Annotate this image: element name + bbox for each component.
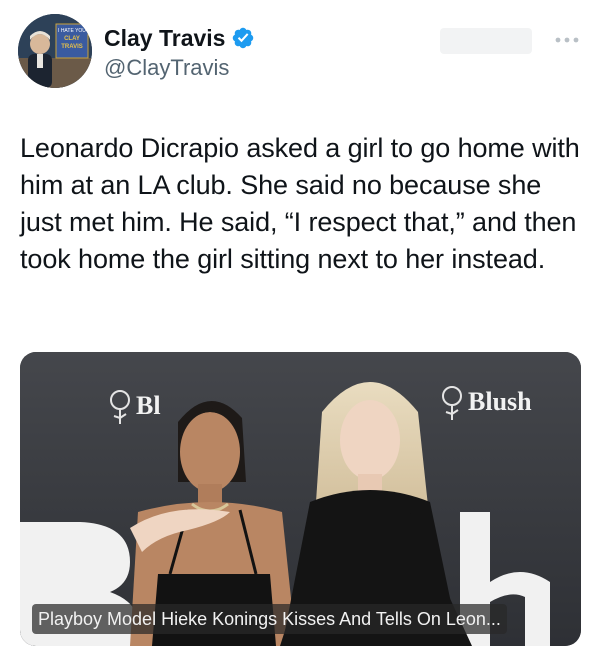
name-row: Clay Travis	[104, 24, 255, 52]
media-card[interactable]: Bl Blush Playboy Model Hieke Konings Kis…	[20, 352, 581, 646]
avatar-sign-line-2: CLAY	[64, 36, 80, 42]
more-horizontal-icon	[555, 37, 579, 43]
backdrop-logo-left-text: Bl	[136, 391, 161, 420]
media-image: Bl Blush	[20, 352, 581, 646]
verified-badge-icon	[233, 27, 254, 49]
avatar-sign-line-1: I HATE YOU	[58, 28, 86, 34]
user-handle[interactable]: @ClayTravis	[104, 54, 255, 82]
avatar-image: I HATE YOU CLAY TRAVIS	[18, 14, 92, 88]
tweet-card: I HATE YOU CLAY TRAVIS Clay Travis @Clay…	[0, 0, 600, 651]
avatar[interactable]: I HATE YOU CLAY TRAVIS	[18, 14, 92, 88]
avatar-sign-line-3: TRAVIS	[61, 44, 83, 50]
author-block: Clay Travis @ClayTravis	[104, 24, 255, 82]
blurred-region	[440, 28, 532, 54]
backdrop-logo-right-text: Blush	[468, 387, 532, 416]
display-name[interactable]: Clay Travis	[104, 24, 225, 52]
tweet-text: Leonardo Dicrapio asked a girl to go hom…	[20, 133, 580, 274]
media-headline: Playboy Model Hieke Konings Kisses And T…	[32, 604, 507, 634]
more-options-button[interactable]	[552, 28, 582, 52]
